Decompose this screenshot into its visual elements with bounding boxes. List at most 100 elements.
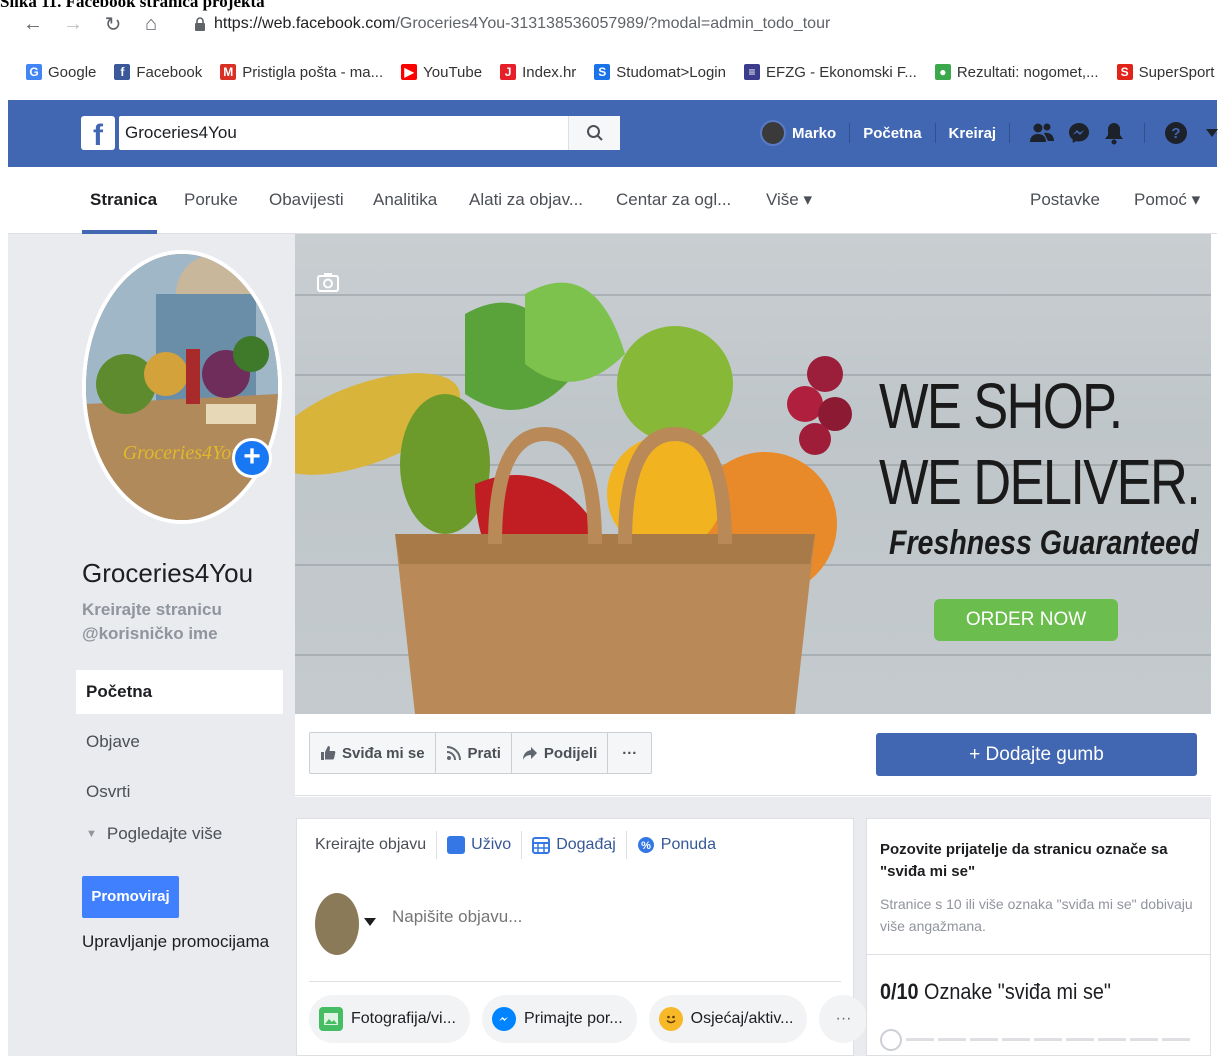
svg-text:?: ? xyxy=(1171,125,1180,142)
create-post-card: Kreirajte objavu Uživo Događaj % Ponuda … xyxy=(296,818,868,1056)
follow-button[interactable]: Prati xyxy=(436,733,512,773)
tab-vise[interactable]: Više ▾ xyxy=(766,190,812,210)
left-nav-see-more[interactable]: ▼ Pogledajte više xyxy=(76,824,283,844)
divider xyxy=(1144,123,1146,143)
feeling-activity-button[interactable]: Osjećaj/aktiv... xyxy=(648,995,808,1043)
bookmark-item[interactable]: J Index.hr xyxy=(500,64,576,81)
progress-knob xyxy=(880,1029,902,1051)
tab-pomoc[interactable]: Pomoć ▾ xyxy=(1134,190,1200,210)
manage-promotions-link[interactable]: Upravljanje promocijama xyxy=(82,932,269,952)
get-messages-button[interactable]: Primajte por... xyxy=(481,995,637,1043)
tab-event[interactable]: Događaj xyxy=(522,831,627,859)
facebook-logo-icon[interactable]: f xyxy=(81,116,115,150)
page-tabs: Stranica Poruke Obavijesti Analitika Ala… xyxy=(8,168,1217,234)
composer-tabs: Kreirajte objavu Uživo Događaj % Ponuda xyxy=(315,831,726,859)
post-input[interactable] xyxy=(392,907,812,927)
bookmark-item[interactable]: S SuperSport xyxy=(1116,64,1214,81)
friends-icon[interactable] xyxy=(1029,122,1055,144)
lock-icon xyxy=(194,17,206,31)
tab-poruke[interactable]: Poruke xyxy=(184,190,238,210)
order-now-badge: ORDER NOW xyxy=(934,599,1118,641)
back-arrow-icon[interactable]: ← xyxy=(20,13,46,36)
forward-arrow-icon[interactable]: → xyxy=(60,13,86,36)
home-link[interactable]: Početna xyxy=(863,125,921,142)
bookmark-label: Studomat>Login xyxy=(616,63,726,81)
profile-picture[interactable]: Groceries4You xyxy=(82,250,282,524)
tab-centar[interactable]: Centar za ogl... xyxy=(616,190,731,210)
bookmark-item[interactable]: f Facebook xyxy=(114,64,202,81)
tab-postavke[interactable]: Postavke xyxy=(1030,190,1100,210)
caret-down-icon: ▼ xyxy=(86,828,97,840)
home-icon[interactable]: ⌂ xyxy=(138,13,164,36)
bookmark-item[interactable]: ▶ YouTube xyxy=(401,64,482,81)
add-profile-photo-button[interactable]: + xyxy=(232,438,272,478)
reload-icon[interactable]: ↻ xyxy=(100,12,126,37)
bookmark-item[interactable]: M Pristigla pošta - ma... xyxy=(220,64,383,81)
address-bar[interactable]: https://web.facebook.com/Groceries4You-3… xyxy=(214,15,830,33)
divider xyxy=(1009,123,1011,143)
bookmark-item[interactable]: ● Rezultati: nogomet,... xyxy=(934,64,1099,81)
tab-analitika[interactable]: Analitika xyxy=(373,190,437,210)
composer-options: Fotografija/vi... Primajte por... Osjeća… xyxy=(309,995,879,1043)
facebook-top-bar: f Marko Početna Kreiraj ? xyxy=(8,100,1219,167)
bookmark-label: EFZG - Ekonomski F... xyxy=(765,63,917,81)
progress-segment xyxy=(1066,1038,1094,1041)
bookmark-label: Index.hr xyxy=(522,63,577,81)
progress-segment xyxy=(906,1038,934,1041)
bookmark-item[interactable]: S Studomat>Login xyxy=(594,64,726,81)
tab-obavijesti[interactable]: Obavijesti xyxy=(269,190,344,210)
offer-label: Ponuda xyxy=(660,836,716,853)
left-nav-pocetna[interactable]: Početna xyxy=(76,670,283,714)
tab-create-post[interactable]: Kreirajte objavu xyxy=(315,831,438,859)
tab-live[interactable]: Uživo xyxy=(437,831,523,859)
create-link[interactable]: Kreiraj xyxy=(949,125,997,142)
tab-alati[interactable]: Alati za objav... xyxy=(469,190,583,210)
like-button[interactable]: Sviđa mi se xyxy=(310,733,436,773)
rss-icon xyxy=(446,745,462,761)
share-arrow-icon xyxy=(522,745,538,761)
youtube-icon: ▶ xyxy=(401,64,418,80)
add-button-cta[interactable]: + Dodajte gumb xyxy=(876,733,1197,776)
messenger-icon[interactable] xyxy=(1067,121,1091,145)
photo-video-button[interactable]: Fotografija/vi... xyxy=(309,995,470,1043)
calendar-icon xyxy=(532,836,551,854)
left-nav-osvrti[interactable]: Osvrti xyxy=(76,782,283,802)
share-button[interactable]: Podijeli xyxy=(512,733,609,773)
composer-page-avatar[interactable] xyxy=(315,893,359,955)
page-action-bar: Sviđa mi se Prati Podijeli ··· + Dodajte… xyxy=(295,714,1211,796)
search-icon[interactable] xyxy=(568,116,620,150)
share-label: Podijeli xyxy=(543,744,598,762)
tab-offer[interactable]: % Ponuda xyxy=(627,831,726,859)
left-nav-objave[interactable]: Objave xyxy=(76,732,283,752)
search-input[interactable] xyxy=(119,117,568,149)
facebook-icon: f xyxy=(114,64,131,80)
top-bar-right: Marko Početna Kreiraj ? xyxy=(760,114,1223,152)
more-actions-button[interactable]: ··· xyxy=(608,733,651,773)
user-avatar[interactable] xyxy=(760,120,786,146)
notifications-bell-icon[interactable] xyxy=(1103,121,1125,145)
progress-segment xyxy=(1130,1038,1158,1041)
grocery-bag-illustration xyxy=(295,282,852,714)
help-icon[interactable]: ? xyxy=(1164,121,1188,145)
invite-subtitle: Stranice s 10 ili više oznaka "sviđa mi … xyxy=(880,896,1193,934)
caret-down-icon[interactable] xyxy=(364,918,376,926)
cover-photo[interactable]: WE SHOP. WE DELIVER. Freshness Guarantee… xyxy=(295,234,1211,714)
promote-button[interactable]: Promoviraj xyxy=(82,876,179,918)
create-username-line2: @korisničko ime xyxy=(82,624,218,643)
divider xyxy=(867,954,1210,955)
logo-text: Groceries4You xyxy=(123,442,242,464)
tab-stranica[interactable]: Stranica xyxy=(90,190,157,210)
camera-icon[interactable] xyxy=(317,272,339,292)
url-path: /Groceries4You-313138536057989/?modal=ad… xyxy=(395,15,831,32)
account-dropdown-icon[interactable] xyxy=(1206,129,1219,137)
bookmark-item[interactable]: G Google xyxy=(26,64,96,81)
bookmark-label: Google xyxy=(48,63,97,81)
divider xyxy=(309,981,841,982)
more-options-button[interactable]: ··· xyxy=(819,995,868,1043)
user-name-link[interactable]: Marko xyxy=(792,125,836,142)
cover-headline-1: WE SHOP. xyxy=(879,370,1123,442)
create-username-link[interactable]: Kreirajte stranicu @korisničko ime xyxy=(82,598,222,646)
bookmark-item[interactable]: ≡ EFZG - Ekonomski F... xyxy=(743,63,917,81)
create-username-line1: Kreirajte stranicu xyxy=(82,600,222,619)
progress-segment xyxy=(1162,1038,1190,1041)
